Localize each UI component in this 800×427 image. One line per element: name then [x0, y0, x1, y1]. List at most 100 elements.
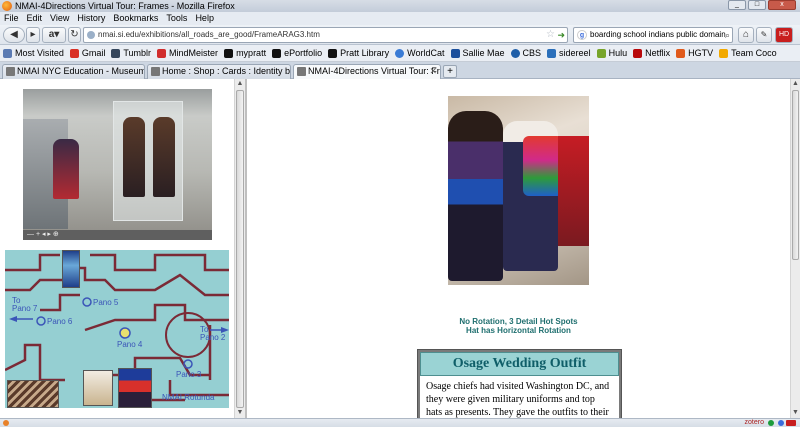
search-input[interactable]: g boarding school indians public domain …: [573, 27, 733, 43]
scrollbar-thumb[interactable]: [792, 90, 799, 260]
go-icon[interactable]: ➜: [557, 28, 565, 42]
firefox-status-icon: [3, 420, 9, 426]
page-favicon-icon: [151, 67, 160, 76]
search-icon[interactable]: ⌕: [725, 28, 730, 42]
map-label-pano6[interactable]: Pano 6: [47, 317, 72, 326]
menu-edit[interactable]: Edit: [23, 12, 47, 25]
artifact-thumbnail-wedding-outfit[interactable]: [118, 368, 152, 408]
menu-tools[interactable]: Tools: [162, 12, 191, 25]
map-hotspot-thumbnail[interactable]: [62, 250, 80, 288]
menu-help[interactable]: Help: [191, 12, 218, 25]
artifact-thumbnail-basket[interactable]: [7, 380, 59, 408]
bookmark-team-coco[interactable]: Team Coco: [719, 48, 777, 58]
hulu-icon: [596, 48, 606, 58]
menu-history[interactable]: History: [73, 12, 109, 25]
panorama-controls[interactable]: — + ◂ ▸ ⊕: [23, 230, 212, 240]
url-bar[interactable]: nmai.si.edu/exhibitions/all_roads_are_go…: [83, 27, 568, 43]
back-button[interactable]: ◀: [3, 27, 25, 43]
zotero-button[interactable]: zotero: [745, 419, 764, 427]
map-label-pano5[interactable]: Pano 5: [93, 298, 118, 307]
card-body: Osage chiefs had visited Washington DC, …: [420, 376, 619, 418]
floor-plan-map[interactable]: To Pano 7 Pano 5 Pano 6 Pano 4 To Pano 2…: [5, 250, 229, 408]
bookmark-sallie-mae[interactable]: Sallie Mae: [450, 48, 505, 58]
osage-wedding-outfit-photo[interactable]: [448, 96, 589, 285]
window-title: NMAI-4Directions Virtual Tour: Frames - …: [15, 1, 235, 11]
bookmark-eportfolio[interactable]: ePortfolio: [272, 48, 322, 58]
bookmark-gmail[interactable]: Gmail: [69, 48, 105, 58]
bookmark-most-visited[interactable]: Most Visited: [3, 48, 64, 58]
hd-icon[interactable]: HD: [775, 27, 793, 43]
site-identity-icon[interactable]: [87, 31, 95, 39]
map-label-pano3[interactable]: Pano 3: [176, 370, 201, 379]
gmail-icon: [69, 48, 79, 58]
tab-strip: NMAI NYC Education - Museums Home : Shop…: [0, 62, 800, 79]
bookmark-sidereel[interactable]: sidereel: [547, 48, 591, 58]
close-window-button[interactable]: x: [768, 0, 796, 10]
forward-button[interactable]: ▸: [26, 27, 40, 43]
bookmark-star-icon[interactable]: ☆: [546, 28, 555, 42]
page-favicon-icon: [6, 67, 15, 76]
map-label-to-pano7[interactable]: To Pano 7: [12, 297, 37, 313]
mindmeister-icon: [157, 48, 167, 58]
hgtv-icon: [676, 48, 686, 58]
cbs-icon: [510, 48, 520, 58]
bookmark-hgtv[interactable]: HGTV: [676, 48, 713, 58]
bookmark-mindmeister[interactable]: MindMeister: [157, 48, 218, 58]
addon-status-icon[interactable]: [778, 420, 784, 426]
map-label-to-pano2[interactable]: To Pano 2: [200, 326, 225, 342]
scroll-down-icon[interactable]: ▼: [791, 408, 800, 418]
navigation-toolbar: ◀ ▸ a▾ ↻ nmai.si.edu/exhibitions/all_roa…: [0, 25, 800, 45]
maximize-button[interactable]: □: [748, 0, 766, 10]
pratt-icon: [272, 48, 282, 58]
window-titlebar: NMAI-4Directions Virtual Tour: Frames - …: [0, 0, 800, 12]
bookmark-pratt-library[interactable]: Pratt Library: [328, 48, 389, 58]
menu-bookmarks[interactable]: Bookmarks: [109, 12, 162, 25]
addon-status-icon[interactable]: [768, 420, 774, 426]
panorama-viewer[interactable]: — + ◂ ▸ ⊕: [23, 89, 212, 240]
scrollbar-thumb[interactable]: [236, 90, 244, 408]
left-frame: — + ◂ ▸ ⊕ To Pano 7 Pano 5 Pano 6 Pano 4…: [0, 79, 234, 418]
bookmark-mypratt[interactable]: mypratt: [224, 48, 266, 58]
left-frame-scrollbar[interactable]: ▲ ▼: [234, 79, 245, 418]
bookmark-hulu[interactable]: Hulu: [596, 48, 627, 58]
bookmark-netflix[interactable]: Netflix: [633, 48, 670, 58]
scroll-down-icon[interactable]: ▼: [235, 408, 245, 418]
amazon-icon[interactable]: a▾: [42, 27, 66, 43]
bookmarks-toolbar: Most Visited Gmail Tumblr MindMeister my…: [0, 45, 800, 62]
card-title: Osage Wedding Outfit: [420, 352, 619, 376]
right-frame-scrollbar[interactable]: ▲ ▼: [790, 79, 800, 418]
description-card: Osage Wedding Outfit Osage chiefs had vi…: [417, 349, 622, 418]
artifact-thumbnail-coat[interactable]: [83, 370, 113, 406]
new-tab-button[interactable]: +: [443, 65, 457, 78]
salliemae-icon: [450, 48, 460, 58]
search-text: boarding school indians public domain: [590, 30, 726, 39]
map-label-rotunda: NMAI Rotunda: [162, 393, 215, 402]
reload-icon[interactable]: ↻: [68, 27, 81, 43]
close-tab-icon[interactable]: ✕: [429, 65, 437, 78]
tab-nmai-nyc-education[interactable]: NMAI NYC Education - Museums: [2, 64, 145, 79]
worldcat-icon: [395, 48, 405, 58]
page-favicon-icon: [297, 67, 306, 76]
bookmark-tumblr[interactable]: Tumblr: [111, 48, 151, 58]
scroll-up-icon[interactable]: ▲: [235, 79, 245, 89]
home-icon[interactable]: ⌂: [738, 27, 754, 43]
tab-home-shop-cards[interactable]: Home : Shop : Cards : Identity by Desi..…: [147, 64, 291, 79]
bookmark-folder-icon: [3, 48, 12, 58]
caption-line-1: No Rotation, 3 Detail Hot Spots: [459, 317, 578, 326]
google-icon[interactable]: g: [577, 30, 587, 40]
hd-status-icon[interactable]: [786, 420, 796, 426]
addon-icon[interactable]: ✎: [756, 27, 772, 43]
menu-view[interactable]: View: [46, 12, 73, 25]
url-text: nmai.si.edu/exhibitions/all_roads_are_go…: [98, 30, 320, 39]
menu-bar: File Edit View History Bookmarks Tools H…: [0, 12, 800, 25]
tab-nmai-virtual-tour[interactable]: NMAI-4Directions Virtual Tour: Frames ✕: [293, 64, 441, 79]
bookmark-cbs[interactable]: CBS: [510, 48, 541, 58]
status-bar: zotero: [0, 418, 800, 427]
menu-file[interactable]: File: [0, 12, 23, 25]
minimize-button[interactable]: _: [728, 0, 746, 10]
scroll-up-icon[interactable]: ▲: [791, 79, 800, 89]
map-label-pano4[interactable]: Pano 4: [117, 340, 142, 349]
bookmark-worldcat[interactable]: WorldCat: [395, 48, 445, 58]
sidereel-icon: [547, 48, 557, 58]
photo-caption: No Rotation, 3 Detail Hot Spots Hat has …: [247, 317, 790, 335]
